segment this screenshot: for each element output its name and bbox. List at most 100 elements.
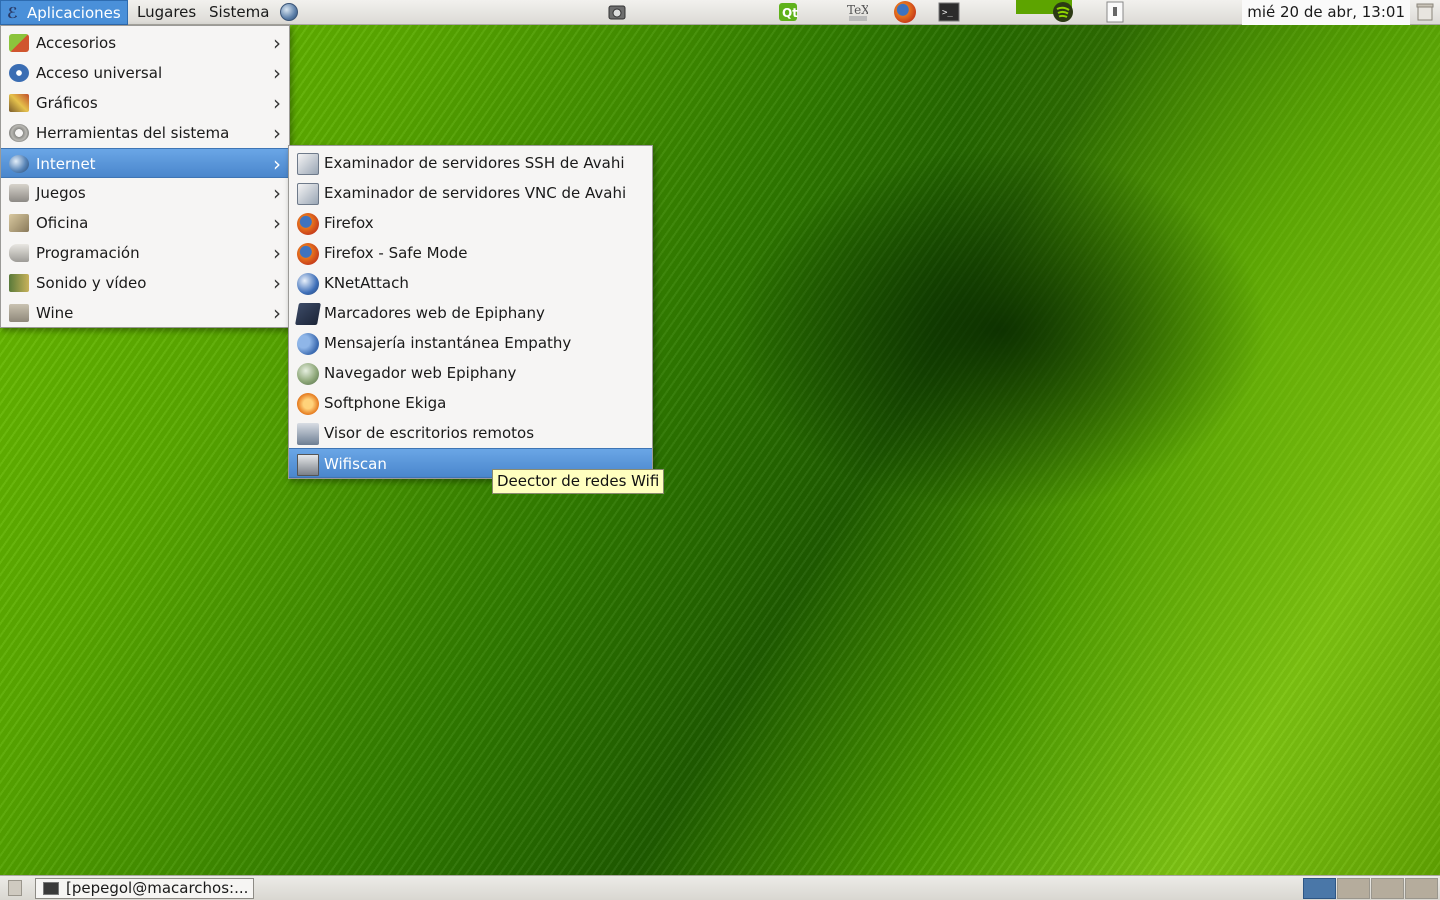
avahi-vnc-icon (297, 183, 319, 205)
tex-launcher[interactable]: TeX (846, 0, 868, 24)
graphics-icon (9, 94, 29, 112)
taskbar-terminal-window[interactable]: [pepegol@macarchos:... (35, 878, 254, 899)
menu-item-sonido-video[interactable]: Sonido y vídeo › (1, 268, 289, 298)
menu-item-label: KNetAttach (324, 274, 409, 292)
menu-item-label: Juegos (36, 184, 86, 202)
menu-item-programacion[interactable]: Programación › (1, 238, 289, 268)
trash-applet[interactable] (1414, 0, 1436, 24)
gnome-foot-icon: ℰ (7, 4, 18, 22)
spotify-icon (1053, 2, 1073, 22)
menu-item-oficina[interactable]: Oficina › (1, 208, 289, 238)
submenu-item-firefox-safe[interactable]: Firefox - Safe Mode (289, 238, 652, 268)
applications-menu-label: Aplicaciones (27, 4, 121, 22)
menu-item-label: Examinador de servidores VNC de Avahi (324, 184, 627, 202)
chevron-right-icon: › (273, 271, 281, 295)
svg-text:TeX: TeX (847, 3, 868, 17)
ekiga-icon (297, 393, 319, 415)
tex-icon: TeX (847, 3, 868, 21)
menu-item-label: Herramientas del sistema (36, 124, 230, 142)
chevron-right-icon: › (273, 211, 281, 235)
svg-text:Qt: Qt (782, 6, 798, 20)
submenu-item-epiphany[interactable]: Navegador web Epiphany (289, 358, 652, 388)
terminal-icon (43, 882, 59, 895)
sound-video-icon (9, 274, 29, 292)
show-desktop-button[interactable] (8, 880, 22, 896)
menu-item-graficos[interactable]: Gráficos › (1, 88, 289, 118)
menu-item-label: Mensajería instantánea Empathy (324, 334, 572, 352)
submenu-item-ekiga[interactable]: Softphone Ekiga (289, 388, 652, 418)
trash-icon (1416, 3, 1434, 21)
taskbar-window-title: [pepegol@macarchos:... (66, 879, 249, 897)
web-browser-launcher[interactable] (278, 0, 300, 24)
workspace-4[interactable] (1405, 878, 1438, 899)
qt-designer-icon: Qt (779, 3, 798, 21)
bookmarks-icon (295, 303, 321, 325)
submenu-item-remote-desktop[interactable]: Visor de escritorios remotos (289, 418, 652, 448)
menu-item-juegos[interactable]: Juegos › (1, 178, 289, 208)
system-menu-label: Sistema (209, 3, 270, 21)
knetattach-icon (297, 273, 319, 295)
menu-item-accesorios[interactable]: Accesorios › (1, 28, 289, 58)
chevron-right-icon: › (273, 152, 281, 176)
places-menu[interactable]: Lugares (131, 0, 202, 25)
workspace-2[interactable] (1337, 878, 1370, 899)
menu-item-label: Gráficos (36, 94, 98, 112)
applications-dropdown: Accesorios › Acceso universal › Gráficos… (0, 25, 290, 328)
menu-item-label: Wine (36, 304, 74, 322)
applications-menu[interactable]: ℰ Aplicaciones (0, 0, 128, 25)
menu-item-label: Accesorios (36, 34, 117, 52)
chevron-right-icon: › (273, 301, 281, 325)
places-menu-label: Lugares (137, 3, 197, 21)
menu-item-label: Wifiscan (324, 455, 387, 473)
internet-icon (9, 155, 29, 173)
submenu-item-knetattach[interactable]: KNetAttach (289, 268, 652, 298)
submenu-item-firefox[interactable]: Firefox (289, 208, 652, 238)
menu-item-internet[interactable]: Internet › (1, 148, 289, 178)
menu-item-label: Internet (36, 155, 96, 173)
menu-item-label: Marcadores web de Epiphany (324, 304, 545, 322)
system-tools-icon (9, 124, 29, 142)
firefox-icon (894, 1, 916, 23)
accessories-icon (9, 34, 29, 52)
usb-applet[interactable] (1104, 0, 1126, 24)
wifiscan-tooltip: Deector de redes Wifi (492, 469, 665, 494)
menu-item-label: Oficina (36, 214, 89, 232)
screenshot-launcher[interactable] (606, 0, 628, 24)
submenu-item-avahi-ssh[interactable]: Examinador de servidores SSH de Avahi (289, 148, 652, 178)
panel-clock[interactable]: mié 20 de abr, 13:01 (1242, 0, 1410, 25)
menu-item-herramientas[interactable]: Herramientas del sistema › (1, 118, 289, 148)
remote-desktop-icon (297, 423, 319, 445)
system-menu[interactable]: Sistema (203, 0, 275, 25)
menu-item-label: Firefox - Safe Mode (324, 244, 468, 262)
menu-item-acceso-universal[interactable]: Acceso universal › (1, 58, 289, 88)
menu-item-label: Sonido y vídeo (36, 274, 147, 292)
programming-icon (9, 244, 29, 262)
firefox-launcher[interactable] (894, 0, 916, 24)
menu-item-label: Examinador de servidores SSH de Avahi (324, 154, 625, 172)
globe-icon (280, 3, 298, 21)
bottom-panel: [pepegol@macarchos:... (0, 875, 1440, 900)
terminal-launcher[interactable]: >_ (938, 0, 960, 24)
workspace-3[interactable] (1371, 878, 1404, 899)
menu-item-label: Navegador web Epiphany (324, 364, 517, 382)
submenu-item-empathy[interactable]: Mensajería instantánea Empathy (289, 328, 652, 358)
submenu-item-avahi-vnc[interactable]: Examinador de servidores VNC de Avahi (289, 178, 652, 208)
firefox-icon (297, 243, 319, 265)
workspace-1[interactable] (1303, 878, 1336, 899)
menu-item-label: Acceso universal (36, 64, 163, 82)
qt-designer-launcher[interactable]: Qt (778, 0, 800, 24)
chevron-right-icon: › (273, 61, 281, 85)
chevron-right-icon: › (273, 241, 281, 265)
top-panel: ℰ Aplicaciones Lugares Sistema Qt TeX >_ … (0, 0, 1440, 25)
menu-item-label: Softphone Ekiga (324, 394, 447, 412)
chevron-right-icon: › (273, 181, 281, 205)
submenu-item-epiphany-bookmarks[interactable]: Marcadores web de Epiphany (289, 298, 652, 328)
svg-text:>_: >_ (942, 8, 953, 18)
avahi-ssh-icon (297, 153, 319, 175)
menu-item-wine[interactable]: Wine › (1, 298, 289, 328)
usb-icon (1106, 1, 1124, 23)
spotify-launcher[interactable] (1052, 0, 1074, 24)
wifiscan-icon (297, 454, 319, 476)
firefox-icon (297, 213, 319, 235)
internet-submenu: Examinador de servidores SSH de Avahi Ex… (288, 145, 653, 479)
